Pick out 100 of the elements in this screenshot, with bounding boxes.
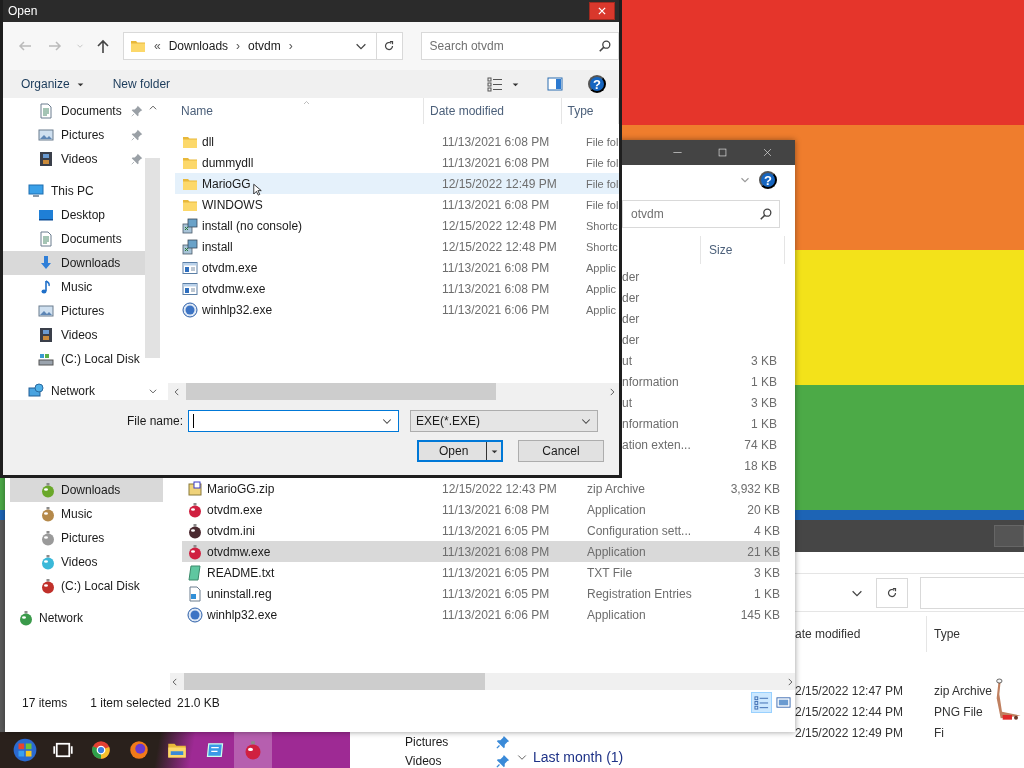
file-size: 3 KB [751, 353, 777, 368]
pin-icon [131, 153, 143, 165]
ornament-icon [40, 578, 56, 594]
nav-item[interactable]: Downloads [10, 478, 163, 502]
file-type: zip Archive [587, 481, 646, 496]
scroll-down-icon[interactable] [147, 386, 158, 396]
file-row[interactable]: install 12/15/2022 12:48 PM Shortc [175, 236, 619, 257]
close-button[interactable] [589, 2, 615, 20]
field-label: File name: [125, 414, 184, 428]
details-view-icon[interactable] [487, 76, 503, 92]
scrollbar-thumb[interactable] [186, 383, 496, 400]
nav-item[interactable]: Pictures [405, 733, 510, 751]
file-type: File fol [586, 198, 619, 211]
scrollbar-thumb[interactable] [184, 673, 485, 690]
file-row[interactable]: otvdmw.exe 11/13/2021 6:08 PM Application 21 KB [182, 541, 780, 562]
file-name-field[interactable] [188, 410, 399, 432]
file-row[interactable]: README.txt 11/13/2021 6:05 PM TXT File 3 KB [182, 562, 780, 583]
file-type-dropdown[interactable]: EXE(*.EXE) [410, 410, 598, 432]
film-icon [38, 151, 54, 167]
help-button[interactable]: ? [759, 171, 777, 189]
breadcrumb-item[interactable]: Downloads [168, 39, 229, 53]
file-row[interactable]: uninstall.reg 11/13/2021 6:05 PM Registration Entries 1 KB [182, 583, 780, 604]
address-bar[interactable]: « Downloads › otvdm › [123, 32, 403, 60]
search-field[interactable] [920, 576, 1024, 609]
view-toggle[interactable] [751, 692, 772, 713]
scrollbar-thumb[interactable] [145, 158, 160, 358]
scrollbar[interactable] [168, 383, 619, 400]
search-field[interactable]: Search otvdm [420, 32, 619, 60]
file-size: 74 KB [744, 437, 777, 452]
column-header[interactable]: ate modified [795, 616, 927, 652]
dialog-button[interactable]: Cancel [518, 440, 604, 462]
file-size: 1 KB [751, 374, 777, 389]
up-arrow-icon[interactable] [95, 37, 111, 55]
file-row[interactable]: otvdmw.exe 11/13/2021 6:08 PM Applic [175, 278, 619, 299]
file-type: der [622, 332, 640, 347]
file-name: otvdmw.exe [207, 544, 271, 559]
dialog-button[interactable]: Open [417, 440, 503, 462]
nav-item[interactable]: Pictures [3, 123, 145, 147]
nav-item[interactable]: Music [3, 275, 145, 299]
nav-item[interactable]: Network [3, 379, 145, 400]
file-type: der [622, 311, 640, 326]
scroll-left-icon[interactable] [172, 386, 182, 397]
menu-button[interactable]: Organize [17, 75, 89, 93]
nav-item[interactable]: Videos [10, 550, 165, 574]
nav-item[interactable]: Pictures [3, 299, 145, 323]
file-type: ation exten... [622, 437, 691, 452]
preview-pane-icon[interactable] [546, 76, 564, 92]
file-row[interactable]: otvdm.ini 11/13/2021 6:05 PM Configuration sett... 4 KB [182, 520, 780, 541]
file-row[interactable]: MarioGG 12/15/2022 12:49 PM File fol [175, 173, 619, 194]
file-row[interactable]: otvdm.exe 11/13/2021 6:08 PM Application 20 KB [182, 499, 780, 520]
stacked-windows-icon [182, 238, 198, 255]
nav-item[interactable]: Music [10, 502, 165, 526]
pin-icon [131, 105, 143, 117]
scroll-right-icon[interactable] [785, 676, 795, 687]
file-row[interactable]: otvdm.exe 11/13/2021 6:08 PM Applic [175, 257, 619, 278]
file-row[interactable]: install (no console) 12/15/2022 12:48 PM Shortc [175, 215, 619, 236]
registry-file-icon [187, 585, 203, 602]
file-row[interactable]: WINDOWS 11/13/2021 6:08 PM File fol [175, 194, 619, 215]
overflow-chevron[interactable]: « [154, 39, 161, 53]
nav-item[interactable]: Documents [3, 227, 145, 251]
refresh-button[interactable] [876, 577, 908, 608]
refresh-icon [885, 585, 899, 600]
file-row[interactable]: winhlp32.exe 11/13/2021 6:06 PM Application 145 KB [182, 604, 780, 625]
scroll-right-icon[interactable] [607, 386, 617, 397]
dropdown-value: EXE(*.EXE) [416, 414, 481, 428]
file-size: 4 KB [754, 523, 780, 538]
search-field[interactable]: otvdm [622, 200, 780, 228]
nav-item[interactable]: Desktop [3, 203, 145, 227]
group-header[interactable]: Last month (1) [533, 749, 624, 765]
nav-item[interactable]: (C:) Local Disk [10, 574, 165, 598]
file-size: 20 KB [747, 502, 780, 517]
file-type: der [622, 269, 640, 284]
scroll-up-icon[interactable] [147, 103, 158, 113]
search-icon [598, 39, 612, 53]
toolbar-button[interactable]: New folder [108, 75, 175, 93]
file-size: 1 KB [751, 416, 777, 431]
help-button[interactable]: ? [588, 75, 606, 93]
column-header[interactable]: Size [700, 235, 785, 264]
status-text: 1 item selected [90, 695, 172, 710]
nav-item[interactable]: Videos [3, 323, 145, 347]
breadcrumb-separator: › [236, 39, 241, 53]
nav-item[interactable]: (C:) Local Disk [3, 347, 145, 371]
file-row[interactable]: dll 11/13/2021 6:08 PM File fol [175, 131, 619, 152]
nav-item[interactable]: Downloads [3, 251, 145, 275]
scroll-left-icon[interactable] [170, 676, 180, 687]
nav-item[interactable]: Network [10, 606, 165, 630]
file-name: dll [202, 134, 214, 149]
nav-item[interactable]: This PC [3, 179, 145, 203]
file-row[interactable]: winhlp32.exe 11/13/2021 6:06 PM Applic [175, 299, 619, 320]
breadcrumb-item[interactable]: otvdm [248, 39, 281, 53]
file-type: Application [587, 544, 646, 559]
nav-item[interactable]: Pictures [10, 526, 165, 550]
globe-icon [129, 740, 149, 760]
nav-item[interactable]: Documents [3, 99, 145, 123]
network-icon [28, 383, 44, 399]
file-row[interactable]: dummydll 11/13/2021 6:08 PM File fol [175, 152, 619, 173]
scrollbar[interactable] [170, 673, 795, 690]
nav-item[interactable]: Videos [405, 752, 510, 768]
nav-item[interactable]: Videos [3, 147, 145, 171]
file-row[interactable]: MarioGG.zip 12/15/2022 12:43 PM zip Archive 3,932 KB [182, 478, 780, 499]
